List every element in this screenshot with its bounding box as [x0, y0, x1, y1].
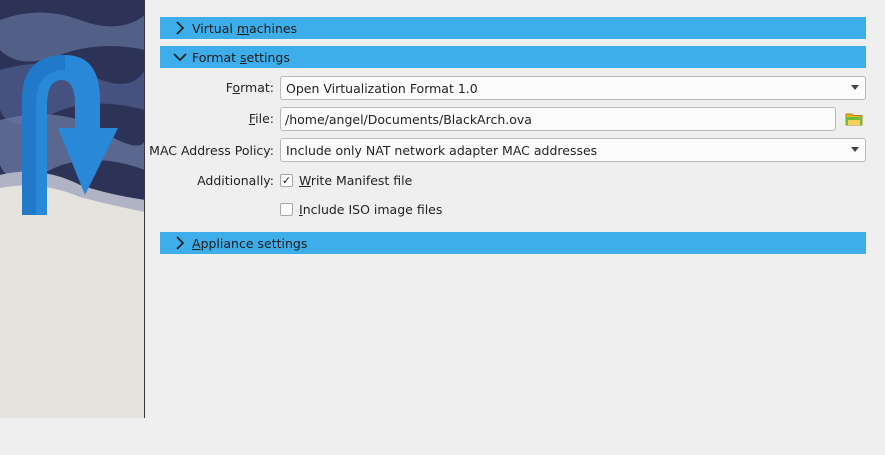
checkbox-checked-icon[interactable]: ✓: [280, 173, 293, 187]
mac-policy-select-value: Include only NAT network adapter MAC add…: [286, 142, 598, 158]
chevron-down-icon: [172, 49, 188, 65]
chevron-right-icon: [172, 235, 188, 251]
dropdown-arrow-icon: [851, 85, 859, 90]
format-select-value: Open Virtualization Format 1.0: [286, 80, 478, 96]
file-path-input[interactable]: /home/angel/Documents/BlackArch.ova: [280, 107, 836, 131]
file-path-value: /home/angel/Documents/BlackArch.ova: [285, 111, 532, 127]
section-label: Virtual machines: [192, 20, 298, 36]
section-label: Appliance settings: [192, 235, 308, 251]
checkbox-unchecked-icon[interactable]: [280, 202, 293, 216]
format-select[interactable]: Open Virtualization Format 1.0: [280, 76, 866, 100]
mac-policy-select[interactable]: Include only NAT network adapter MAC add…: [280, 138, 866, 162]
section-appliance-settings[interactable]: Appliance settings: [160, 232, 866, 254]
section-label: Format settings: [192, 49, 290, 65]
section-format-settings[interactable]: Format settings: [160, 46, 866, 68]
file-label: File:: [248, 111, 274, 126]
mac-policy-label: MAC Address Policy:: [149, 143, 274, 158]
dropdown-arrow-icon: [851, 147, 859, 152]
format-label: Format:: [225, 80, 274, 95]
section-virtual-machines[interactable]: Virtual machines: [160, 17, 866, 39]
write-manifest-label: Write Manifest file: [299, 172, 413, 188]
include-iso-label: Include ISO image files: [299, 201, 443, 217]
write-manifest-checkbox[interactable]: ✓ Write Manifest file: [280, 171, 412, 189]
chevron-right-icon: [172, 20, 188, 36]
folder-icon[interactable]: [845, 110, 863, 128]
additionally-label: Additionally:: [197, 173, 274, 188]
wizard-banner-image: [0, 0, 145, 418]
export-arrow-icon: [0, 0, 145, 418]
include-iso-checkbox[interactable]: Include ISO image files: [280, 200, 442, 218]
banner-divider: [144, 0, 145, 418]
wizard-button-area: [0, 418, 885, 455]
